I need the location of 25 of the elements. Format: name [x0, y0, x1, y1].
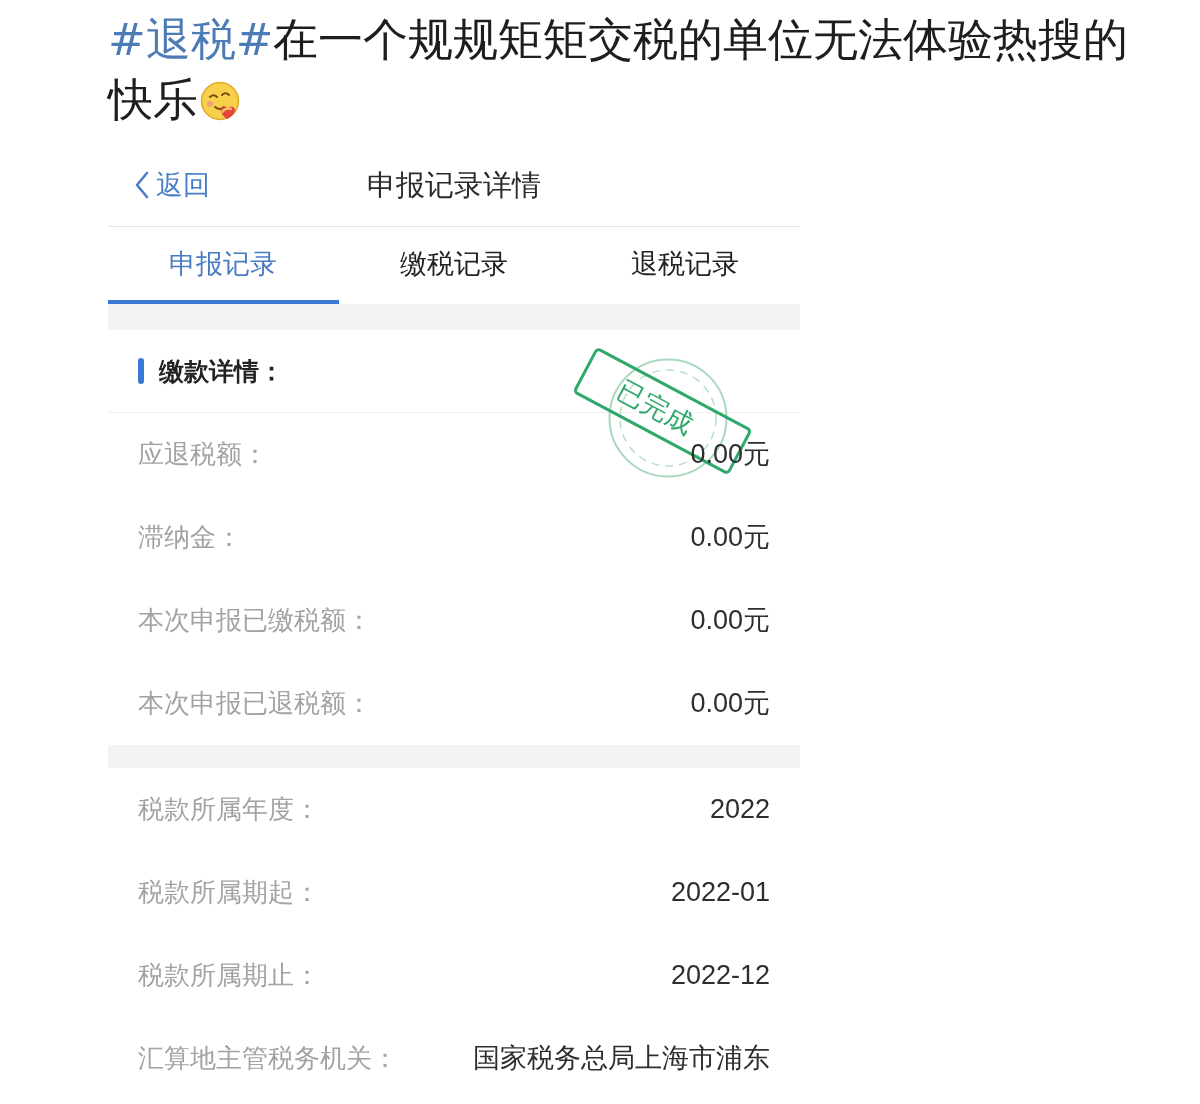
accent-bar-icon — [138, 358, 144, 384]
field-label: 税款所属期起： — [138, 876, 320, 909]
emoji-icon — [200, 81, 240, 121]
post-text: #退税#在一个规规矩矩交税的单位无法体验热搜的快乐 — [108, 12, 1130, 128]
field-value: 2022 — [709, 794, 770, 825]
hashtag-link[interactable]: #退税# — [108, 13, 274, 66]
field-label: 本次申报已退税额： — [138, 687, 372, 720]
field-value: 国家税务总局上海市浦东 — [473, 1043, 770, 1074]
field-value: 0.00元 — [690, 605, 770, 636]
field-value: 0.00元 — [690, 688, 770, 719]
chevron-left-icon — [134, 171, 150, 199]
field-label: 税款所属年度： — [138, 793, 320, 826]
field-label: 应退税额： — [138, 438, 268, 471]
field-value: 2022-01 — [670, 877, 770, 908]
field-value: 2022-12 — [670, 960, 770, 991]
tab[interactable]: 退税记录 — [569, 227, 800, 304]
field-label: 本次申报已缴税额： — [138, 604, 372, 637]
field-label: 税款所属期止： — [138, 959, 320, 992]
section-title: 缴款详情： — [159, 355, 284, 388]
tab[interactable]: 缴税记录 — [338, 227, 570, 304]
field-label: 汇算地主管税务机关： — [138, 1042, 398, 1075]
field-value: 0.00元 — [690, 522, 770, 553]
back-button[interactable]: 返回 — [134, 167, 210, 203]
field-label: 滞纳金： — [138, 521, 242, 554]
screen-title: 申报记录详情 — [367, 166, 541, 204]
